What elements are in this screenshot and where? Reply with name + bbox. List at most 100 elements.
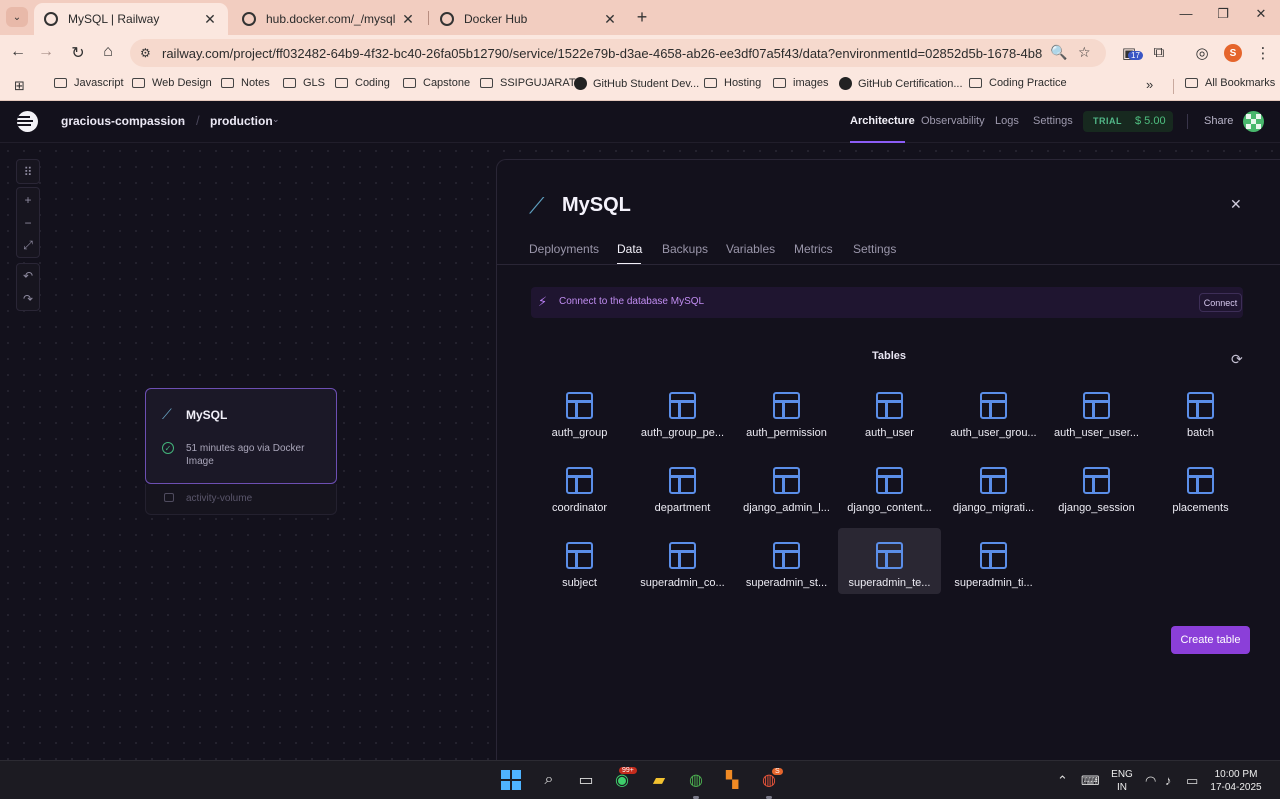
close-icon[interactable]: ✕ xyxy=(202,11,218,28)
connect-button[interactable]: Connect xyxy=(1199,293,1242,312)
table-item[interactable]: coordinator xyxy=(528,453,631,519)
file-explorer-icon[interactable]: ▰ xyxy=(647,768,671,792)
zoom-in-icon[interactable]: + xyxy=(17,188,39,211)
search-icon[interactable]: ⌕ xyxy=(537,768,561,792)
task-view-icon[interactable]: ▭ xyxy=(574,768,598,792)
table-item[interactable]: department xyxy=(631,453,734,519)
window-close-icon[interactable]: ✕ xyxy=(1246,6,1276,22)
nav-observability[interactable]: Observability xyxy=(921,115,985,127)
tab-backups[interactable]: Backups xyxy=(662,242,708,256)
keyboard-icon[interactable]: ⌨ xyxy=(1081,773,1100,789)
tab-search-button[interactable]: ⌄ xyxy=(6,7,28,27)
undo-icon[interactable]: ↶ xyxy=(17,264,39,287)
create-table-button[interactable]: Create table xyxy=(1171,626,1250,654)
nav-architecture[interactable]: Architecture xyxy=(850,115,915,127)
railway-logo-icon[interactable] xyxy=(17,111,38,132)
maximize-icon[interactable]: ❐ xyxy=(1208,6,1238,22)
table-item[interactable]: auth_group xyxy=(528,378,631,444)
url-text[interactable]: railway.com/project/ff032482-64b9-4f32-b… xyxy=(162,46,1042,61)
tab-settings[interactable]: Settings xyxy=(853,242,896,256)
home-icon[interactable]: ⌂ xyxy=(98,43,118,61)
tab-deployments[interactable]: Deployments xyxy=(529,242,599,256)
language-indicator[interactable]: ENG IN xyxy=(1108,768,1136,794)
nav-settings[interactable]: Settings xyxy=(1033,115,1073,127)
windows-start-icon[interactable] xyxy=(499,768,523,792)
new-tab-plus-icon[interactable]: + xyxy=(632,7,652,28)
refresh-icon[interactable]: ⟳ xyxy=(1231,351,1243,368)
profile-avatar[interactable]: S xyxy=(1224,44,1242,62)
bookmark-folder[interactable]: Javascript xyxy=(54,77,124,89)
close-icon[interactable]: ✕ xyxy=(400,11,416,28)
fit-view-icon[interactable]: ⤢ xyxy=(17,234,39,257)
table-item[interactable]: django_session xyxy=(1045,453,1148,519)
bookmark-folder[interactable]: Capstone xyxy=(403,77,470,89)
puzzle-extensions-icon[interactable]: ⧉ xyxy=(1150,44,1168,61)
tab-variables[interactable]: Variables xyxy=(726,242,775,256)
all-bookmarks[interactable]: All Bookmarks xyxy=(1185,77,1275,89)
chevron-right-double-icon[interactable]: » xyxy=(1146,77,1153,92)
table-item[interactable]: auth_user_user... xyxy=(1045,378,1148,444)
table-item[interactable]: auth_user_grou... xyxy=(942,378,1045,444)
bookmark-link[interactable]: GitHub Student Dev... xyxy=(574,77,699,90)
sublime-text-icon[interactable]: ▚ xyxy=(720,768,744,792)
bookmark-folder[interactable]: GLS xyxy=(283,77,325,89)
share-button[interactable]: Share xyxy=(1204,115,1233,127)
volume-card[interactable]: activity-volume xyxy=(145,484,337,515)
bookmark-folder[interactable]: SSIPGUJARAT xyxy=(480,77,576,89)
bookmark-folder[interactable]: Web Design xyxy=(132,77,212,89)
nav-logs[interactable]: Logs xyxy=(995,115,1019,127)
close-icon[interactable]: ✕ xyxy=(602,11,618,28)
table-item[interactable]: superadmin_st... xyxy=(735,528,838,594)
bookmark-folder[interactable]: Coding xyxy=(335,77,390,89)
table-item[interactable]: superadmin_ti... xyxy=(942,528,1045,594)
chevron-down-icon[interactable]: ⌄ xyxy=(178,114,186,125)
mysql-service-card[interactable]: ⟋ MySQL ✓ 51 minutes ago via Docker Imag… xyxy=(145,388,337,484)
environment-name[interactable]: production xyxy=(210,114,273,128)
browser-tab-docker-mysql[interactable]: hub.docker.com/_/mysql ✕ xyxy=(232,3,426,35)
minimize-icon[interactable]: — xyxy=(1171,6,1201,21)
forward-arrow-icon[interactable]: → xyxy=(36,43,56,61)
tab-metrics[interactable]: Metrics xyxy=(794,242,833,256)
address-bar[interactable]: ⚙ railway.com/project/ff032482-64b9-4f32… xyxy=(130,39,1106,67)
zoom-out-icon[interactable]: − xyxy=(17,211,39,234)
table-item[interactable]: superadmin_co... xyxy=(631,528,734,594)
more-menu-icon[interactable]: ⋮ xyxy=(1254,44,1272,62)
apps-grid-icon[interactable]: ⊞ xyxy=(14,78,25,94)
grid-layout-icon[interactable]: ⠿ xyxy=(17,160,39,183)
chevron-down-icon[interactable]: ⌄ xyxy=(272,114,280,125)
table-item[interactable]: subject xyxy=(528,528,631,594)
performance-icon[interactable]: ◎ xyxy=(1193,44,1211,62)
wifi-icon[interactable]: ◠ xyxy=(1145,773,1156,789)
table-item[interactable]: superadmin_te... xyxy=(838,528,941,594)
table-item[interactable]: django_admin_l... xyxy=(735,453,838,519)
back-arrow-icon[interactable]: ← xyxy=(8,43,28,61)
reload-icon[interactable]: ↻ xyxy=(68,43,88,63)
bookmark-folder[interactable]: Hosting xyxy=(704,77,761,89)
table-item[interactable]: django_content... xyxy=(838,453,941,519)
system-clock[interactable]: 10:00 PM 17-04-2025 xyxy=(1207,768,1265,794)
battery-icon[interactable]: ▭ xyxy=(1186,773,1198,789)
table-item[interactable]: auth_group_pe... xyxy=(631,378,734,444)
table-item[interactable]: django_migrati... xyxy=(942,453,1045,519)
browser-tab-docker-hub[interactable]: Docker Hub ✕ xyxy=(430,3,628,35)
table-item[interactable]: placements xyxy=(1149,453,1252,519)
volume-icon[interactable]: ♪ xyxy=(1165,773,1172,788)
bookmark-folder[interactable]: images xyxy=(773,77,828,89)
chrome-icon[interactable]: ◍ xyxy=(684,768,708,792)
bookmark-star-icon[interactable]: ☆ xyxy=(1078,44,1091,61)
bookmark-folder[interactable]: Coding Practice xyxy=(969,77,1067,89)
redo-icon[interactable]: ↷ xyxy=(17,287,39,310)
table-item[interactable]: auth_user xyxy=(838,378,941,444)
project-name[interactable]: gracious-compassion xyxy=(61,114,185,128)
close-icon[interactable]: ✕ xyxy=(1230,196,1242,213)
tab-data[interactable]: Data xyxy=(617,242,642,256)
zoom-search-icon[interactable]: 🔍 xyxy=(1050,44,1067,61)
browser-tab-railway[interactable]: MySQL | Railway ✕ xyxy=(34,3,228,35)
user-avatar[interactable] xyxy=(1243,111,1264,132)
site-info-icon[interactable]: ⚙ xyxy=(140,46,156,60)
bookmark-link[interactable]: GitHub Certification... xyxy=(839,77,963,90)
trial-badge[interactable]: TRIAL $ 5.00 xyxy=(1083,111,1173,132)
bookmark-folder[interactable]: Notes xyxy=(221,77,270,89)
chevron-up-icon[interactable]: ⌃ xyxy=(1057,773,1068,789)
table-item[interactable]: auth_permission xyxy=(735,378,838,444)
